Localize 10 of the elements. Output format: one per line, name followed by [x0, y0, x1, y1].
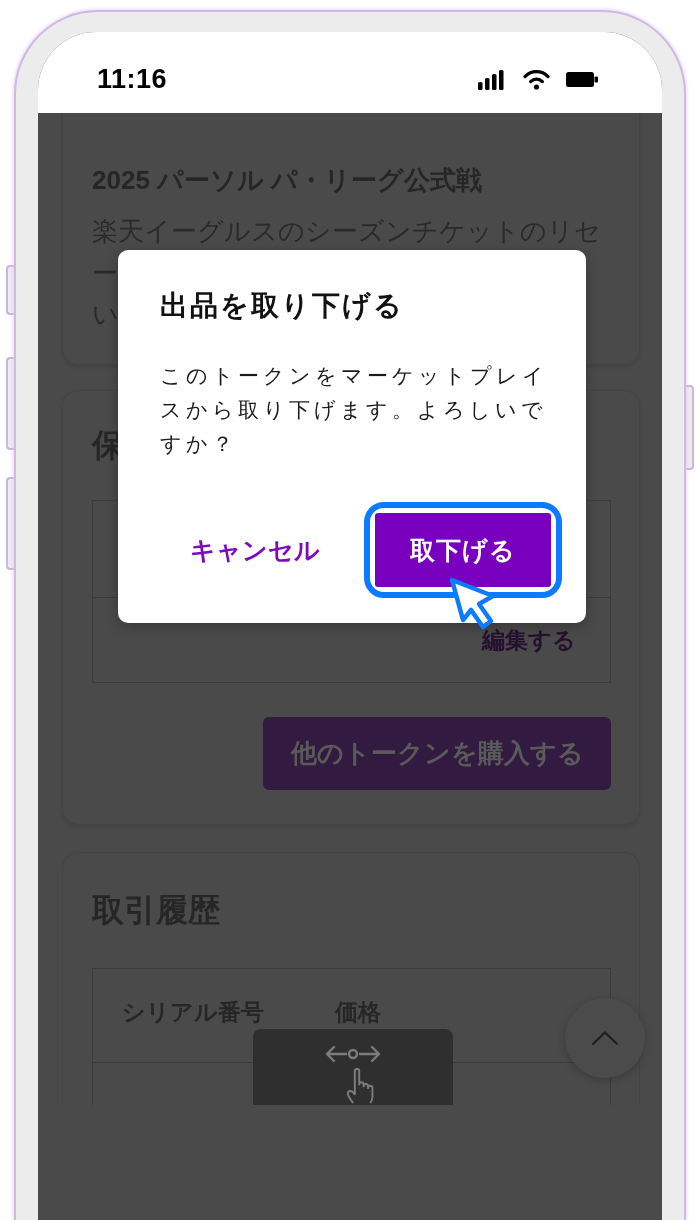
status-time: 11:16	[97, 64, 168, 95]
left-right-arrows-icon	[324, 1045, 382, 1063]
chevron-up-icon	[591, 1030, 619, 1046]
confirm-button[interactable]: 取下げる	[375, 513, 551, 587]
dialog-message: このトークンをマーケットプレイスから取り下げます。よろしいですか？	[160, 363, 549, 457]
wifi-icon	[523, 69, 550, 90]
signal-icon	[478, 69, 504, 90]
dialog-title: 出品を取り下げる	[160, 289, 405, 323]
battery-icon	[566, 72, 598, 87]
cancel-button[interactable]: キャンセル	[176, 523, 334, 577]
